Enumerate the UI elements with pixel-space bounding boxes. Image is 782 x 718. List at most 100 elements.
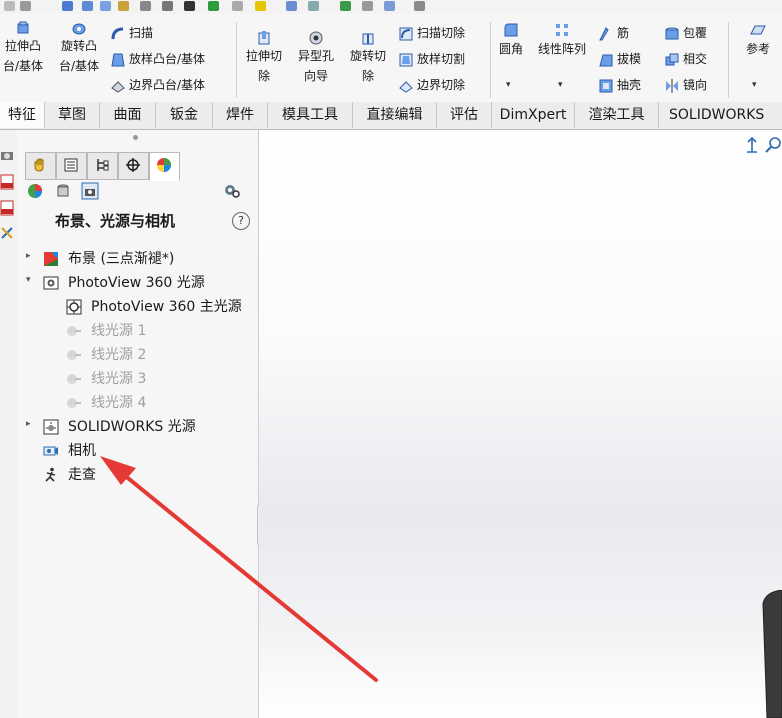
fillet-button[interactable]: 圆角 xyxy=(496,22,526,60)
reference-dropdown-icon[interactable]: ▾ xyxy=(752,80,757,90)
toolbar-icon[interactable] xyxy=(4,1,15,11)
tab-render-tools[interactable]: 渲染工具 xyxy=(575,102,659,128)
tab-surfaces[interactable]: 曲面 xyxy=(100,102,156,128)
tree-item-line-light-2[interactable]: 线光源 2 xyxy=(91,344,146,366)
appearance-pie-icon xyxy=(157,158,171,172)
boundary-boss-icon xyxy=(111,80,125,93)
reference-geometry-button[interactable]: 参考 xyxy=(738,22,778,60)
print-icon[interactable] xyxy=(118,1,129,11)
toolbar-icon[interactable] xyxy=(232,1,243,11)
panel-grip[interactable] xyxy=(133,135,138,140)
wrap-button[interactable]: 包覆 xyxy=(664,22,707,44)
display-icon[interactable] xyxy=(184,1,195,11)
loft-boss-button[interactable]: 放样凸台/基体 xyxy=(110,48,205,70)
tab-direct-editing[interactable]: 直接编辑 xyxy=(353,102,437,128)
tree-item-pv-main-light[interactable]: PhotoView 360 主光源 xyxy=(91,296,242,318)
marker-icon[interactable] xyxy=(208,1,219,11)
tab-weldments[interactable]: 焊件 xyxy=(213,102,268,128)
save-icon[interactable] xyxy=(100,1,111,11)
extrude-cut-icon xyxy=(258,31,270,45)
tab-sketch[interactable]: 草图 xyxy=(45,102,100,128)
shell-button[interactable]: 抽壳 xyxy=(598,74,641,96)
linear-pattern-button[interactable]: 线性阵列 xyxy=(532,22,592,60)
open-icon[interactable] xyxy=(82,1,93,11)
shell-icon xyxy=(599,79,613,92)
decals-icon[interactable] xyxy=(55,183,71,199)
line-light-icon xyxy=(67,374,81,384)
tab-dimxpert[interactable]: DimXpert xyxy=(492,102,575,128)
camera-icon[interactable] xyxy=(0,148,14,162)
expand-arrow-icon[interactable]: ▸ xyxy=(26,251,31,261)
extrude-boss-icon xyxy=(17,21,29,34)
tree-item-line-light-1[interactable]: 线光源 1 xyxy=(91,320,146,342)
new-icon[interactable] xyxy=(62,1,73,11)
walkthrough-icon xyxy=(45,467,56,482)
extrude-boss-button[interactable]: 拉伸凸 台/基体 xyxy=(0,20,46,76)
expand-arrow-icon[interactable]: ▸ xyxy=(26,419,31,429)
boundary-boss-button[interactable]: 边界凸台/基体 xyxy=(110,74,205,96)
rib-button[interactable]: 筋 xyxy=(598,22,629,44)
intersect-button[interactable]: 相交 xyxy=(664,48,707,70)
revolve-boss-button[interactable]: 旋转凸 台/基体 xyxy=(56,20,102,76)
search-icon[interactable] xyxy=(286,1,297,11)
3d-pdf-icon[interactable] xyxy=(0,174,14,190)
scenes-lights-cameras-icon[interactable] xyxy=(81,182,99,200)
toolbar-icon[interactable] xyxy=(340,1,351,11)
extrude-cut-button[interactable]: 拉伸切 除 xyxy=(242,30,286,86)
tree-item-walkthrough[interactable]: 走查 xyxy=(68,464,96,486)
tree-item-scene[interactable]: 布景 (三点渐褪*) xyxy=(68,248,174,270)
pattern-dropdown-icon[interactable]: ▾ xyxy=(558,80,563,90)
linear-pattern-icon xyxy=(556,24,568,36)
command-tabs: 特征 草图 曲面 钣金 焊件 模具工具 直接编辑 评估 DimXpert 渲染工… xyxy=(0,102,782,130)
task-pane-strip xyxy=(0,130,17,718)
boundary-cut-button[interactable]: 边界切除 xyxy=(398,74,465,96)
tree-item-camera[interactable]: 相机 xyxy=(68,440,96,462)
tab-features[interactable]: 特征 xyxy=(0,102,45,128)
tools-icon[interactable] xyxy=(0,226,14,240)
tab-feature-manager[interactable] xyxy=(25,152,56,180)
revolve-boss-icon xyxy=(72,23,86,35)
toolbar-icon[interactable] xyxy=(362,1,373,11)
heads-up-view-orientation-icon[interactable] xyxy=(743,136,761,154)
help-button[interactable]: ? xyxy=(232,212,250,230)
3d-pdf-icon[interactable] xyxy=(0,200,14,216)
tree-item-line-light-3[interactable]: 线光源 3 xyxy=(91,368,146,390)
tree-item-solidworks-lights[interactable]: SOLIDWORKS 光源 xyxy=(68,416,196,438)
revolve-cut-button[interactable]: 旋转切 除 xyxy=(346,30,390,86)
fillet-dropdown-icon[interactable]: ▾ xyxy=(506,80,511,90)
tab-solidworks-addins[interactable]: SOLIDWORKS 插 xyxy=(659,102,782,128)
toolbar-icon[interactable] xyxy=(384,1,395,11)
sweep-icon xyxy=(111,27,124,39)
tab-sheet-metal[interactable]: 钣金 xyxy=(156,102,213,128)
draft-button[interactable]: 拔模 xyxy=(598,48,641,70)
line-light-icon xyxy=(67,398,81,408)
hole-wizard-button[interactable]: 异型孔 向导 xyxy=(294,30,338,86)
toolbar-icon[interactable] xyxy=(20,1,31,11)
settings-search-icon[interactable] xyxy=(223,183,241,199)
toolbar-icon[interactable] xyxy=(414,1,425,11)
mirror-button[interactable]: 镜向 xyxy=(664,74,707,96)
toolbar-icon[interactable] xyxy=(255,1,266,11)
tab-dimxpert-manager[interactable] xyxy=(118,152,149,180)
zoom-icon[interactable] xyxy=(765,136,782,154)
tab-property-manager[interactable] xyxy=(56,152,87,180)
tree-item-photoview-lights[interactable]: PhotoView 360 光源 xyxy=(68,272,205,294)
tab-display-manager[interactable] xyxy=(149,152,180,181)
tab-configuration-manager[interactable] xyxy=(87,152,118,180)
options-icon[interactable] xyxy=(162,1,173,11)
collapse-arrow-icon[interactable]: ▾ xyxy=(26,275,31,285)
sweep-button[interactable]: 扫描 xyxy=(110,22,153,44)
swept-cut-button[interactable]: 扫描切除 xyxy=(398,22,465,44)
graphics-viewport[interactable] xyxy=(259,130,782,718)
tab-evaluate[interactable]: 评估 xyxy=(437,102,492,128)
tree-item-line-light-4[interactable]: 线光源 4 xyxy=(91,392,146,414)
gear-icon[interactable] xyxy=(140,1,151,11)
panel-title: 布景、光源与相机 xyxy=(55,212,176,230)
tab-mold-tools[interactable]: 模具工具 xyxy=(268,102,353,128)
lofted-cut-button[interactable]: 放样切割 xyxy=(398,48,465,70)
display-manager-panel: 布景、光源与相机 ? ▸ 布景 (三点渐褪*) ▾ PhotoView 360 … xyxy=(17,130,259,718)
model-part-edge[interactable] xyxy=(757,590,782,718)
draft-icon xyxy=(599,54,613,66)
appearances-icon[interactable] xyxy=(27,183,43,199)
toolbar-icon[interactable] xyxy=(308,1,319,11)
